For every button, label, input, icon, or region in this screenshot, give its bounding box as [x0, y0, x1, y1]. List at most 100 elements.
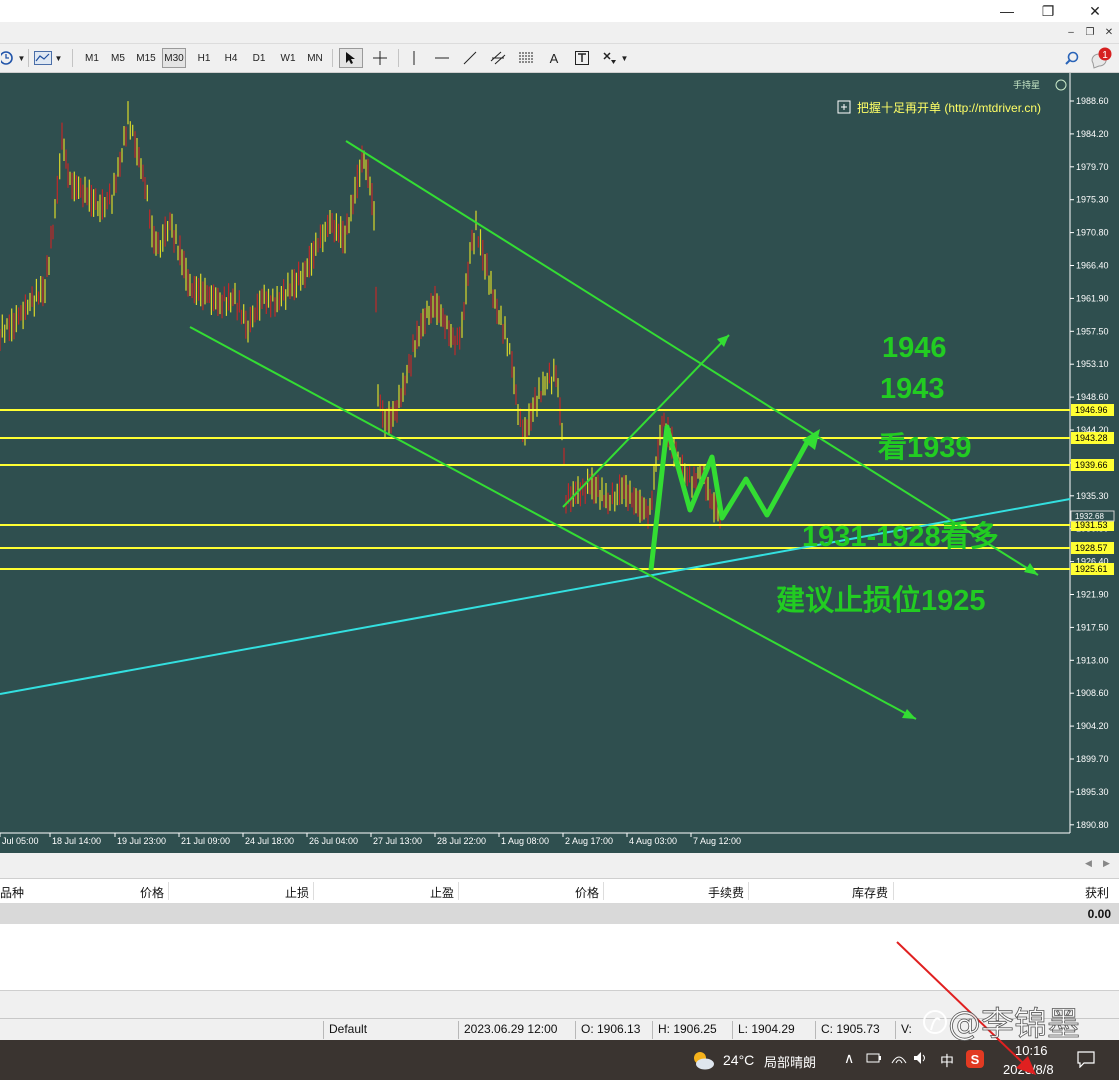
temperature[interactable]: 24°C — [723, 1052, 754, 1068]
taskbar: 24°C 局部晴朗 ∧ 中 S 10:16 2023/8/8 — [0, 1040, 1119, 1080]
timeframe-m1[interactable]: M1 — [80, 48, 104, 68]
toolbar: ▼ ▼ A ▼ 1 M1 M5 M15 M30 H1 H4 D1 W1 MN — [0, 44, 1119, 73]
terminal-header: 品种 价格 止损 止盈 价格 手续费 库存费 获利 — [0, 879, 1119, 904]
annotation-1946: 1946 — [882, 332, 947, 364]
text-label-icon[interactable] — [570, 48, 594, 68]
price-tick-label: 1935.30 — [1076, 491, 1109, 501]
price-tick-label: 1984.20 — [1076, 129, 1109, 139]
window-title-bar: — ❐ ✕ — [0, 0, 1119, 22]
price-tick-label: 1953.10 — [1076, 359, 1109, 369]
price-chart[interactable]: 1988.60 1984.20 1979.70 1975.30 1970.80 1966.… — [0, 73, 1119, 853]
notification-badge-icon[interactable]: 1 — [1088, 47, 1114, 69]
timeframe-mn[interactable]: MN — [303, 48, 327, 68]
current-price-label: 1932.68 — [1075, 512, 1104, 521]
restore-icon[interactable]: ❐ — [1033, 0, 1063, 22]
child-close-icon[interactable]: ✕ — [1101, 25, 1117, 39]
scroll-right-icon[interactable]: ▶ — [1103, 858, 1110, 869]
child-restore-icon[interactable]: ❐ — [1082, 25, 1098, 39]
battery-icon[interactable] — [866, 1051, 882, 1068]
sogou-icon[interactable]: S — [966, 1050, 984, 1071]
horizontal-line-icon[interactable] — [430, 48, 454, 68]
time-tick-label: 21 Jul 09:00 — [181, 836, 230, 846]
col-takeprofit[interactable]: 止盈 — [430, 884, 454, 901]
timeframe-d1[interactable]: D1 — [247, 48, 271, 68]
col-stoploss[interactable]: 止损 — [285, 884, 309, 901]
price-tick-label: 1957.50 — [1076, 326, 1109, 336]
price-tick-label: 1979.70 — [1076, 162, 1109, 172]
ime-indicator[interactable]: 中 — [940, 1051, 954, 1071]
scroll-left-icon[interactable]: ◀ — [1085, 858, 1092, 869]
level-tag-label: 1946.96 — [1075, 405, 1108, 415]
wifi-icon[interactable] — [891, 1051, 907, 1068]
action-center-icon[interactable] — [1076, 1050, 1096, 1071]
annotation-1943: 1943 — [880, 373, 945, 405]
timeframe-m15[interactable]: M15 — [134, 48, 158, 68]
timeframe-w1[interactable]: W1 — [276, 48, 300, 68]
timeframe-m30[interactable]: M30 — [162, 48, 186, 68]
vertical-line-icon[interactable] — [404, 48, 424, 68]
time-tick-label: 26 Jul 04:00 — [309, 836, 358, 846]
clock-date[interactable]: 2023/8/8 — [1003, 1062, 1054, 1077]
price-tick-label: 1970.80 — [1076, 228, 1109, 238]
price-tick-label: 1917.50 — [1076, 622, 1109, 632]
col-current-price[interactable]: 价格 — [575, 884, 599, 901]
chart-canvas[interactable]: 1988.60 1984.20 1979.70 1975.30 1970.80 1966.… — [0, 73, 1119, 853]
weather-text[interactable]: 局部晴朗 — [764, 1052, 816, 1071]
channel-icon[interactable] — [486, 48, 510, 68]
time-tick-label: 27 Jul 13:00 — [373, 836, 422, 846]
level-tag-label: 1928.57 — [1075, 543, 1108, 553]
cursor-icon[interactable] — [339, 48, 363, 68]
col-profit[interactable]: 获利 — [1085, 884, 1109, 901]
status-open: O: 1906.13 — [581, 1022, 641, 1036]
terminal-scrollbar[interactable] — [0, 990, 1119, 1019]
clock-icon[interactable]: ▼ — [0, 48, 26, 68]
price-tick-label: 1988.60 — [1076, 96, 1109, 106]
chart-scroll-row: ◀ ▶ — [0, 854, 1119, 878]
text-tool[interactable]: A — [542, 48, 566, 68]
trendline-icon[interactable] — [458, 48, 482, 68]
timeframe-m5[interactable]: M5 — [106, 48, 130, 68]
status-profile[interactable]: Default — [329, 1022, 367, 1036]
shapes-icon[interactable]: ▼ — [598, 48, 632, 68]
price-tick-label: 1966.40 — [1076, 261, 1109, 271]
weather-icon[interactable] — [690, 1049, 716, 1074]
price-tick-label: 1890.80 — [1076, 820, 1109, 830]
annotation-long-zone: 1931-1928看多 — [802, 520, 999, 553]
clock-time[interactable]: 10:16 — [1015, 1043, 1048, 1058]
volume-icon[interactable] — [913, 1051, 929, 1068]
search-icon[interactable] — [1062, 48, 1082, 68]
svg-text:S: S — [971, 1052, 980, 1067]
price-tick-label: 1961.90 — [1076, 293, 1109, 303]
price-tick-label: 1904.20 — [1076, 721, 1109, 731]
timeframe-h1[interactable]: H1 — [192, 48, 216, 68]
col-price[interactable]: 价格 — [140, 884, 164, 901]
chart-template-icon[interactable]: ▼ — [32, 48, 64, 68]
status-bar: Default 2023.06.29 12:00 O: 1906.13 H: 1… — [0, 1018, 1119, 1041]
child-minimize-icon[interactable]: – — [1063, 25, 1079, 39]
notification-count: 1 — [1102, 50, 1108, 61]
level-tag-label: 1943.28 — [1075, 433, 1108, 443]
status-close: C: 1905.73 — [821, 1022, 880, 1036]
col-commission[interactable]: 手续费 — [708, 884, 744, 901]
minimize-icon[interactable]: — — [992, 0, 1022, 22]
terminal-panel: 品种 价格 止损 止盈 价格 手续费 库存费 获利 0.00 — [0, 878, 1119, 991]
fibonacci-icon[interactable] — [514, 48, 538, 68]
col-swap[interactable]: 库存费 — [852, 884, 888, 901]
time-tick-label: 19 Jul 23:00 — [117, 836, 166, 846]
chevron-up-icon[interactable]: ∧ — [844, 1050, 854, 1067]
status-datetime: 2023.06.29 12:00 — [464, 1022, 558, 1036]
crosshair-icon[interactable] — [368, 48, 392, 68]
col-symbol[interactable]: 品种 — [0, 884, 24, 901]
close-icon[interactable]: ✕ — [1080, 0, 1110, 22]
corner-label: 手持星 — [1013, 79, 1040, 90]
status-high: H: 1906.25 — [658, 1022, 717, 1036]
timeframe-h4[interactable]: H4 — [219, 48, 243, 68]
balance-row[interactable]: 0.00 — [0, 904, 1119, 924]
time-tick-label: 2 Aug 17:00 — [565, 836, 613, 846]
time-tick-label: 18 Jul 14:00 — [52, 836, 101, 846]
annotation-stop-loss: 建议止损位1925 — [776, 583, 986, 617]
level-tag-label: 1939.66 — [1075, 460, 1108, 470]
overlay-text: 把握十足再开单 (http://mtdriver.cn) — [857, 100, 1041, 115]
price-tick-label: 1948.60 — [1076, 392, 1109, 402]
price-tick-label: 1921.90 — [1076, 590, 1109, 600]
